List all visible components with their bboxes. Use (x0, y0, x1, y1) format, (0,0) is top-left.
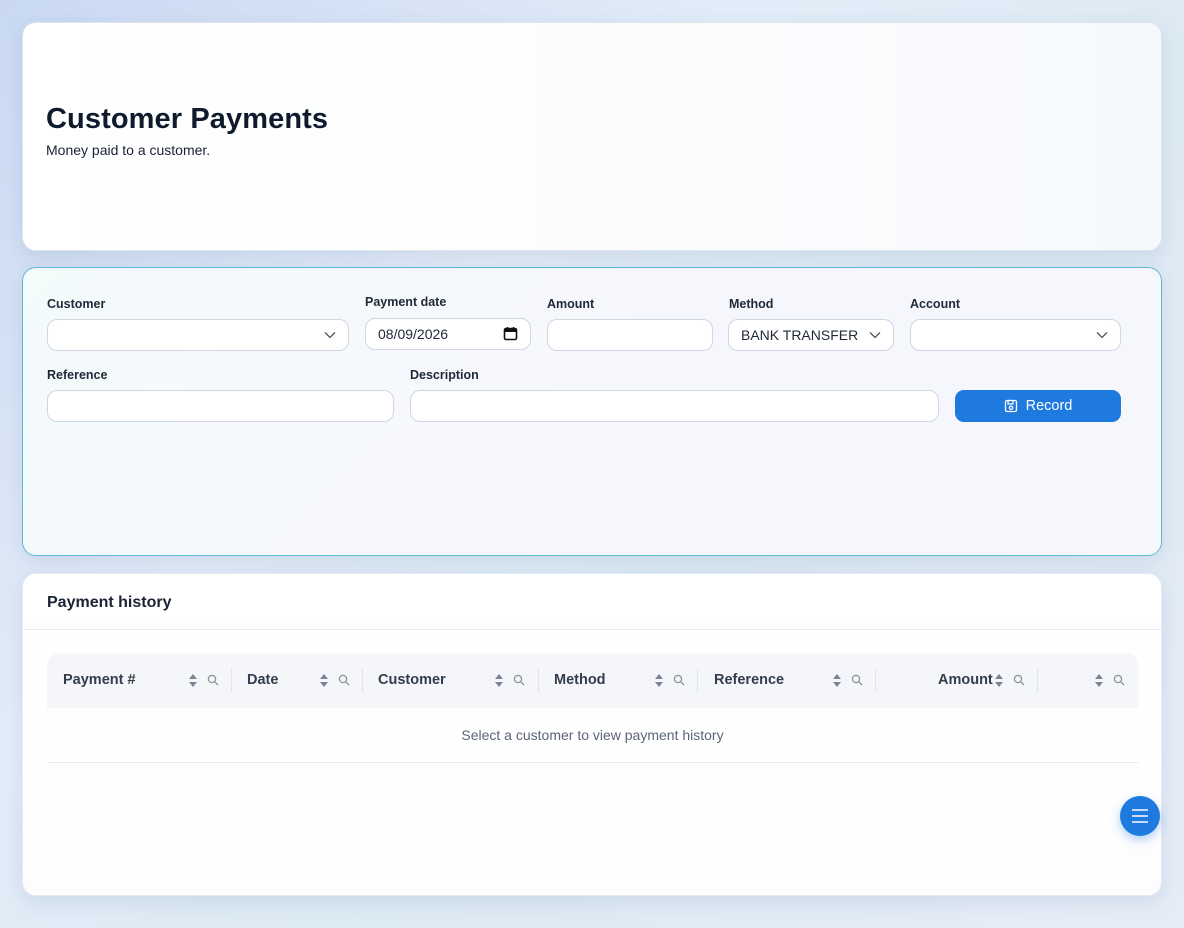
reference-label: Reference (47, 368, 108, 382)
reference-input[interactable] (47, 390, 394, 422)
sort-icon[interactable] (1094, 673, 1104, 688)
column-label: Customer (378, 672, 446, 688)
column-header-customer[interactable]: Customer (363, 653, 538, 708)
search-icon[interactable] (338, 674, 350, 686)
chevron-down-icon (324, 332, 336, 339)
search-icon[interactable] (851, 674, 863, 686)
amount-label: Amount (547, 297, 595, 311)
page-title: Customer Payments (46, 103, 329, 135)
chevron-down-icon (869, 332, 881, 339)
sort-icon[interactable] (832, 673, 842, 688)
column-header-method[interactable]: Method (539, 653, 697, 708)
column-header-date[interactable]: Date (232, 653, 362, 708)
column-header-reference[interactable]: Reference (698, 653, 874, 708)
column-header-amount[interactable]: Amount (876, 653, 1036, 708)
payment-date-label: Payment date (365, 295, 447, 309)
menu-icon (1132, 809, 1148, 823)
payment-form-card: Customer Payment date 08/09/2026 Amount … (22, 267, 1162, 556)
payment-date-input[interactable]: 08/09/2026 (365, 318, 531, 350)
customer-select[interactable] (47, 319, 349, 351)
method-select[interactable]: BANK TRANSFER (728, 319, 894, 351)
column-label: Payment # (63, 672, 136, 688)
page-header-card: Customer Payments Money paid to a custom… (22, 22, 1162, 251)
search-icon[interactable] (673, 674, 685, 686)
menu-fab-button[interactable] (1120, 796, 1160, 836)
account-label: Account (910, 297, 960, 311)
method-label: Method (729, 297, 774, 311)
method-value: BANK TRANSFER (741, 327, 859, 343)
sort-icon[interactable] (188, 673, 198, 688)
sort-icon[interactable] (319, 673, 329, 688)
description-input[interactable] (410, 390, 939, 422)
column-label: Reference (714, 672, 785, 688)
column-label: Date (247, 672, 279, 688)
amount-input[interactable] (547, 319, 713, 351)
save-icon (1004, 399, 1017, 413)
column-label: Method (554, 672, 606, 688)
search-icon[interactable] (1013, 674, 1025, 686)
search-icon[interactable] (1113, 674, 1125, 686)
record-button-label: Record (1025, 398, 1073, 414)
divider (23, 629, 1161, 630)
column-header-actions[interactable] (1038, 653, 1138, 708)
search-icon[interactable] (513, 674, 525, 686)
account-select[interactable] (910, 319, 1121, 351)
column-label: Amount (938, 672, 993, 688)
payment-history-title: Payment history (47, 594, 172, 611)
payment-date-value: 08/09/2026 (378, 326, 449, 342)
chevron-down-icon (1096, 332, 1108, 339)
table-header: Payment # Date Customer Method Reference… (47, 653, 1138, 708)
table-empty-row: Select a customer to view payment histor… (47, 708, 1138, 763)
customer-label: Customer (47, 297, 106, 311)
calendar-icon[interactable] (503, 326, 518, 341)
description-label: Description (410, 368, 479, 382)
sort-icon[interactable] (494, 673, 504, 688)
search-icon[interactable] (207, 674, 219, 686)
sort-icon[interactable] (994, 673, 1004, 688)
column-header-payment-number[interactable]: Payment # (47, 653, 231, 708)
page-subtitle: Money paid to a customer. (46, 142, 211, 158)
sort-icon[interactable] (654, 673, 664, 688)
payment-history-card: Payment history Payment # Date Customer … (22, 573, 1162, 896)
empty-message: Select a customer to view payment histor… (461, 727, 724, 743)
record-button[interactable]: Record (955, 390, 1121, 422)
